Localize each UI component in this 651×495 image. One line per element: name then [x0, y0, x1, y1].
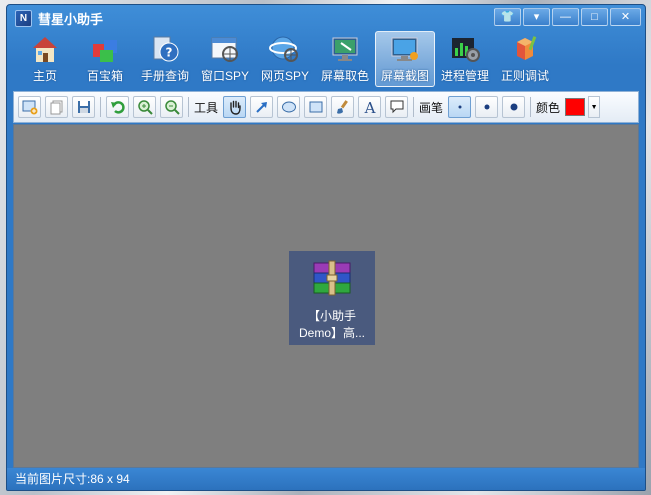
- save-icon: [77, 101, 90, 113]
- regex-debug-icon: [517, 36, 537, 60]
- window-title: 彗星小助手: [38, 11, 104, 27]
- winrar-archive-icon: [313, 260, 351, 296]
- nav-label: 进程管理: [440, 69, 489, 83]
- undo-icon: [110, 101, 125, 114]
- screenshot-toolbar: 工具 A 画笔 颜色 ▼: [13, 91, 639, 123]
- nav-item-regex-debug[interactable]: 正则调试: [495, 31, 555, 87]
- screenshot-canvas[interactable]: 【小助手 Demo】高...: [13, 124, 639, 468]
- brush-icon: [336, 100, 348, 114]
- nav-item-color-picker[interactable]: 屏幕取色: [315, 31, 375, 87]
- callout-tool-button[interactable]: [385, 96, 409, 118]
- pen-size-medium-button[interactable]: [475, 96, 499, 118]
- ellipse-icon: [281, 101, 296, 113]
- nav-item-web-spy[interactable]: 网页SPY: [255, 31, 315, 87]
- manual-help-icon: ?: [153, 36, 179, 62]
- dot-medium-icon: [484, 104, 490, 110]
- copy-button[interactable]: [45, 96, 68, 118]
- nav-item-process-manager[interactable]: 进程管理: [435, 31, 495, 87]
- toolbar-separator: [188, 97, 189, 117]
- zoom-out-button[interactable]: [160, 96, 183, 118]
- dot-small-icon: [458, 105, 462, 109]
- toolbar-separator: [100, 97, 101, 117]
- ellipse-tool-button[interactable]: [277, 96, 301, 118]
- hand-icon: [229, 100, 241, 115]
- capture-button[interactable]: [18, 96, 41, 118]
- app-window: N 彗星小助手 👕 ▾ — □ ✕ 主页 百宝箱 ? 手册查询 窗口SPY 网页…: [6, 4, 646, 491]
- text-tool-button[interactable]: A: [358, 96, 382, 118]
- dot-large-icon: [510, 103, 518, 111]
- nav-item-window-spy[interactable]: 窗口SPY: [195, 31, 255, 87]
- rectangle-icon: [309, 101, 323, 113]
- image-size-status: 当前图片尺寸:86 x 94: [15, 472, 130, 486]
- skin-button[interactable]: 👕: [494, 8, 521, 26]
- nav-label: 百宝箱: [86, 69, 123, 83]
- minimize-button[interactable]: —: [552, 8, 579, 26]
- arrow-icon: [255, 102, 267, 113]
- nav-item-screenshot[interactable]: 屏幕截图: [375, 31, 435, 87]
- captured-file-label-line1: 【小助手: [307, 309, 356, 323]
- zoom-in-icon: [137, 100, 153, 115]
- maximize-button[interactable]: □: [581, 8, 608, 26]
- arrow-tool-button[interactable]: [250, 96, 274, 118]
- toolbar-separator: [530, 97, 532, 117]
- nav-item-home[interactable]: 主页: [15, 31, 75, 87]
- status-bar: 当前图片尺寸:86 x 94: [7, 468, 645, 490]
- captured-file-label: 【小助手 Demo】高...: [299, 308, 365, 342]
- zoom-in-button[interactable]: [133, 96, 156, 118]
- pen-label: 画笔: [419, 100, 444, 115]
- toolbox-icon: [93, 40, 117, 62]
- home-icon: [33, 37, 57, 62]
- hand-tool-button[interactable]: [223, 96, 247, 118]
- app-logo-icon: N: [15, 9, 32, 27]
- title-bar[interactable]: N 彗星小助手 👕 ▾ — □ ✕: [7, 5, 645, 31]
- text-icon: A: [363, 99, 375, 115]
- screenshot-icon: [391, 37, 418, 61]
- tools-label: 工具: [194, 100, 219, 115]
- captured-file-label-line2: Demo】高...: [298, 326, 365, 340]
- main-nav: 主页 百宝箱 ? 手册查询 窗口SPY 网页SPY 屏幕取色 屏幕截图 进程管理…: [7, 31, 645, 89]
- brush-tool-button[interactable]: [331, 96, 355, 118]
- triangle-down-icon: ▼: [590, 103, 598, 111]
- color-label: 颜色: [536, 100, 561, 115]
- nav-label: 正则调试: [500, 69, 549, 83]
- web-spy-icon: [269, 36, 298, 62]
- rectangle-tool-button[interactable]: [304, 96, 328, 118]
- menu-button[interactable]: ▾: [523, 8, 550, 26]
- color-picker-icon: [332, 37, 358, 61]
- color-dropdown-button[interactable]: ▼: [588, 96, 601, 118]
- pen-size-small-button[interactable]: [448, 96, 472, 118]
- save-button[interactable]: [72, 96, 95, 118]
- nav-label: 屏幕截图: [380, 69, 429, 83]
- nav-label: 手册查询: [140, 69, 189, 83]
- nav-label: 窗口SPY: [200, 69, 249, 83]
- copy-icon: [50, 100, 62, 115]
- capture-plus-icon: [22, 100, 37, 115]
- speech-bubble-icon: [390, 100, 404, 114]
- undo-button[interactable]: [106, 96, 129, 118]
- window-spy-icon: [211, 37, 238, 62]
- selected-color-swatch[interactable]: [565, 98, 586, 116]
- svg-text:?: ?: [166, 46, 173, 60]
- captured-image[interactable]: 【小助手 Demo】高...: [289, 251, 375, 345]
- window-controls: 👕 ▾ — □ ✕: [494, 8, 641, 26]
- nav-item-manual[interactable]: ? 手册查询: [135, 31, 195, 87]
- nav-label: 屏幕取色: [320, 69, 369, 83]
- close-button[interactable]: ✕: [610, 8, 641, 26]
- zoom-out-icon: [164, 100, 180, 115]
- nav-label: 网页SPY: [260, 69, 309, 83]
- nav-label: 主页: [32, 69, 57, 83]
- process-manager-icon: [452, 38, 480, 62]
- pen-size-large-button[interactable]: [502, 96, 526, 118]
- nav-item-toolbox[interactable]: 百宝箱: [75, 31, 135, 87]
- svg-text:A: A: [363, 99, 375, 115]
- toolbar-separator: [413, 97, 415, 117]
